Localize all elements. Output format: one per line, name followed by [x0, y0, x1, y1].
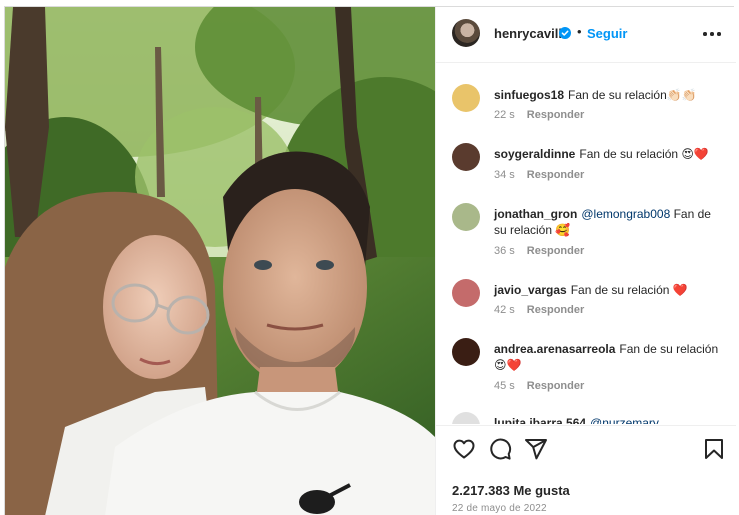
- bookmark-icon[interactable]: [702, 437, 726, 461]
- author-avatar[interactable]: [452, 19, 480, 47]
- follow-button[interactable]: Seguir: [587, 26, 627, 41]
- reply-button[interactable]: Responder: [527, 109, 584, 121]
- post-date: 22 de mayo de 2022: [452, 503, 547, 514]
- comment-body: javio_vargas Fan de su relación ❤️: [494, 282, 720, 298]
- comment-mention[interactable]: @lemongrab008: [581, 207, 670, 221]
- comment-meta: 45 s Responder: [494, 380, 584, 392]
- selfie-image: [5, 7, 435, 515]
- comment-mention[interactable]: @nurzemary: [590, 416, 659, 424]
- comment-meta: 36 s Responder: [494, 245, 584, 257]
- share-icon[interactable]: [524, 437, 548, 461]
- comment-time: 34 s: [494, 169, 515, 181]
- comment-meta: 42 s Responder: [494, 304, 584, 316]
- comment-time: 22 s: [494, 109, 515, 121]
- comment-meta: 34 s Responder: [494, 169, 584, 181]
- comment-avatar[interactable]: [452, 279, 480, 307]
- separator-dot: •: [577, 24, 582, 39]
- comment-avatar[interactable]: [452, 412, 480, 424]
- comment-body: jonathan_gron @lemongrab008 Fan de su rel…: [494, 206, 720, 238]
- likes-count[interactable]: 2.217.383 Me gusta: [452, 483, 570, 498]
- comment-meta: 22 s Responder: [494, 109, 584, 121]
- comment-body: lupita.ibarra.564 @nurzemary: [494, 415, 720, 424]
- more-options-icon[interactable]: [703, 29, 723, 39]
- reply-button[interactable]: Responder: [527, 304, 584, 316]
- author-username[interactable]: henrycavill: [494, 26, 562, 41]
- post-photo[interactable]: [5, 7, 435, 515]
- comment-username[interactable]: jonathan_gron: [494, 207, 577, 221]
- comment-username[interactable]: javio_vargas: [494, 283, 567, 297]
- comment-avatar[interactable]: [452, 84, 480, 112]
- comment-time: 42 s: [494, 304, 515, 316]
- comment-username[interactable]: lupita.ibarra.564: [494, 416, 586, 424]
- comment-icon[interactable]: [488, 437, 512, 461]
- comment-time: 45 s: [494, 380, 515, 392]
- heart-icon[interactable]: [452, 437, 476, 461]
- comment-avatar[interactable]: [452, 203, 480, 231]
- comment-username[interactable]: soygeraldinne: [494, 147, 575, 161]
- action-bar: 2.217.383 Me gusta 22 de mayo de 2022: [436, 425, 736, 515]
- comment-time: 36 s: [494, 245, 515, 257]
- post-sidebar: henrycavill • Seguir sinfuegos18 Fan de s…: [435, 7, 736, 515]
- comments-list[interactable]: sinfuegos18 Fan de su relación👏🏻👏🏻 22 s Re…: [436, 64, 736, 424]
- instagram-post: henrycavill • Seguir sinfuegos18 Fan de s…: [4, 6, 736, 515]
- reply-button[interactable]: Responder: [527, 380, 584, 392]
- verified-badge-icon: [559, 27, 571, 39]
- comment-text: Fan de su relación ❤️: [570, 283, 688, 297]
- reply-button[interactable]: Responder: [527, 245, 584, 257]
- comment-username[interactable]: sinfuegos18: [494, 88, 564, 102]
- comment-username[interactable]: andrea.arenasarreola: [494, 342, 615, 356]
- comment-avatar[interactable]: [452, 143, 480, 171]
- comment-text: Fan de su relación 😍❤️: [579, 147, 709, 161]
- comment-body: soygeraldinne Fan de su relación 😍❤️: [494, 146, 720, 162]
- reply-button[interactable]: Responder: [527, 169, 584, 181]
- comment-text: Fan de su relación👏🏻👏🏻: [568, 88, 697, 102]
- comment-body: andrea.arenasarreola Fan de su relación 😍…: [494, 341, 720, 373]
- comment-avatar[interactable]: [452, 338, 480, 366]
- comment-body: sinfuegos18 Fan de su relación👏🏻👏🏻: [494, 87, 720, 103]
- post-header: henrycavill • Seguir: [436, 7, 736, 63]
